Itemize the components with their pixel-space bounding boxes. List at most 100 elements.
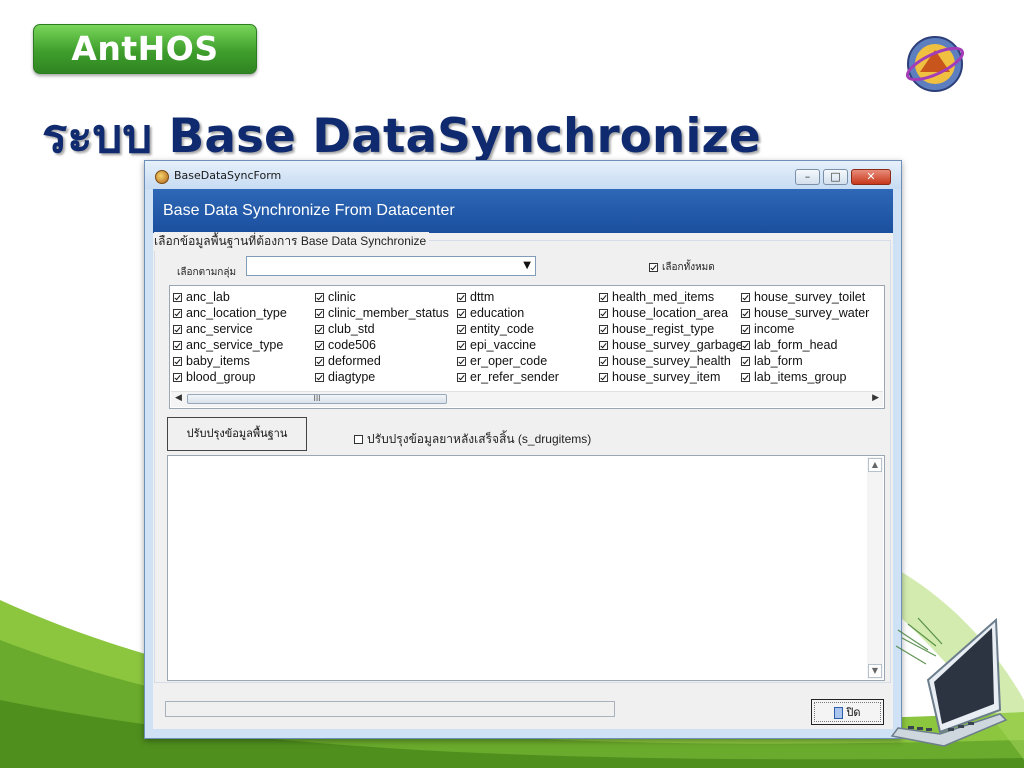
check-icon[interactable] [741, 325, 750, 335]
table-checkbox[interactable]: health_med_items [599, 289, 741, 305]
table-checkbox[interactable]: code506 [315, 337, 457, 353]
table-checkbox[interactable]: epi_vaccine [457, 337, 599, 353]
dropdown-arrow-icon[interactable]: ▼ [523, 260, 531, 271]
window-title: BaseDataSyncForm [174, 169, 282, 182]
table-name: anc_lab [186, 290, 230, 304]
table-checkbox[interactable]: lab_items_group [741, 369, 883, 385]
table-checkbox[interactable]: lab_form_head [741, 337, 883, 353]
table-checkbox[interactable]: entity_code [457, 321, 599, 337]
table-checkbox[interactable]: education [457, 305, 599, 321]
table-checkbox[interactable]: clinic_member_status [315, 305, 457, 321]
check-icon[interactable] [599, 373, 608, 383]
update-base-data-button[interactable]: ปรับปรุงข้อมูลพื้นฐาน [167, 417, 307, 451]
table-checkbox[interactable]: income [741, 321, 883, 337]
drug-update-label: ปรับปรุงข้อมูลยาหลังเสร็จสิ้น (s_drugite… [367, 432, 592, 446]
check-icon[interactable] [315, 373, 324, 383]
window-titlebar[interactable]: BaseDataSyncForm – □ ✕ [145, 161, 901, 189]
table-checkbox[interactable]: er_refer_sender [457, 369, 599, 385]
selection-groupbox: เลือกข้อมูลพื้นฐานที่ต้องการ Base Data S… [154, 232, 891, 683]
table-checkbox[interactable]: house_regist_type [599, 321, 741, 337]
check-icon[interactable] [173, 357, 182, 367]
check-icon[interactable] [315, 293, 324, 303]
table-checkbox[interactable]: house_survey_water [741, 305, 883, 321]
status-progress-field [165, 701, 615, 717]
maximize-button[interactable]: □ [823, 169, 848, 185]
anthos-logo: AntHOS [33, 24, 257, 74]
table-name: house_survey_toilet [754, 290, 866, 304]
close-window-button[interactable]: ✕ [851, 169, 891, 185]
table-checkbox[interactable]: baby_items [173, 353, 315, 369]
table-checkbox[interactable]: anc_service [173, 321, 315, 337]
table-checkbox[interactable]: er_oper_code [457, 353, 599, 369]
scrollbar-thumb[interactable]: III [187, 394, 447, 404]
table-name: lab_form [754, 354, 803, 368]
check-icon[interactable] [599, 341, 608, 351]
check-icon[interactable] [457, 357, 466, 367]
check-icon[interactable] [741, 309, 750, 319]
table-checkbox[interactable]: diagtype [315, 369, 457, 385]
vertical-scrollbar[interactable]: ▲ ▼ [867, 457, 883, 679]
check-icon[interactable] [315, 309, 324, 319]
group-legend: เลือกข้อมูลพื้นฐานที่ต้องการ Base Data S… [154, 232, 430, 251]
table-checkbox[interactable]: clinic [315, 289, 457, 305]
laptop-illustration [890, 617, 1008, 747]
check-icon[interactable] [457, 293, 466, 303]
check-icon[interactable] [457, 373, 466, 383]
table-name: income [754, 322, 795, 336]
select-all-checkbox[interactable]: เลือกทั้งหมด [649, 260, 715, 275]
minimize-icon: – [804, 170, 811, 183]
scroll-right-icon[interactable]: ▶ [872, 393, 879, 403]
check-icon[interactable] [741, 373, 750, 383]
drug-update-checkbox[interactable]: ปรับปรุงข้อมูลยาหลังเสร็จสิ้น (s_drugite… [354, 430, 591, 449]
table-checkbox[interactable]: blood_group [173, 369, 315, 385]
check-icon[interactable] [599, 325, 608, 335]
check-icon[interactable] [741, 357, 750, 367]
table-checkbox[interactable]: house_survey_toilet [741, 289, 883, 305]
table-name: house_regist_type [612, 322, 715, 336]
check-icon[interactable] [315, 357, 324, 367]
check-icon[interactable] [173, 309, 182, 319]
table-name: house_survey_health [612, 354, 731, 368]
table-name: anc_service_type [186, 338, 284, 352]
table-name: house_survey_item [612, 370, 721, 384]
group-filter-combobox[interactable]: ▼ [246, 256, 536, 276]
table-name: house_location_area [612, 306, 729, 320]
check-icon[interactable] [457, 341, 466, 351]
check-icon[interactable] [315, 341, 324, 351]
select-all-check-icon[interactable] [649, 262, 658, 272]
check-icon[interactable] [457, 325, 466, 335]
table-checkbox[interactable]: anc_location_type [173, 305, 315, 321]
scroll-left-icon[interactable]: ◀ [175, 393, 182, 403]
scroll-up-icon[interactable]: ▲ [868, 458, 882, 472]
check-icon[interactable] [173, 325, 182, 335]
check-icon[interactable] [315, 325, 324, 335]
exit-door-icon [834, 707, 844, 719]
table-checkbox[interactable]: anc_lab [173, 289, 315, 305]
table-checkbox[interactable]: house_location_area [599, 305, 741, 321]
check-icon[interactable] [173, 341, 182, 351]
table-checkbox[interactable]: house_survey_health [599, 353, 741, 369]
check-icon[interactable] [741, 341, 750, 351]
scroll-down-icon[interactable]: ▼ [868, 664, 882, 678]
table-checkbox[interactable]: dttm [457, 289, 599, 305]
horizontal-scrollbar[interactable]: ◀ III ▶ [171, 391, 883, 407]
table-checkbox[interactable]: house_survey_item [599, 369, 741, 385]
table-checkbox[interactable]: club_std [315, 321, 457, 337]
table-name: anc_location_type [186, 306, 287, 320]
table-checkbox[interactable]: deformed [315, 353, 457, 369]
log-textarea[interactable]: ▲ ▼ [167, 455, 885, 681]
drug-update-check-icon[interactable] [354, 435, 363, 445]
check-icon[interactable] [599, 293, 608, 303]
table-checkbox[interactable]: lab_form [741, 353, 883, 369]
close-button[interactable]: ปิด [811, 699, 884, 725]
check-icon[interactable] [599, 357, 608, 367]
minimize-button[interactable]: – [795, 169, 820, 185]
check-icon[interactable] [741, 293, 750, 303]
table-name: club_std [328, 322, 375, 336]
table-checkbox[interactable]: house_survey_garbage [599, 337, 741, 353]
check-icon[interactable] [173, 293, 182, 303]
check-icon[interactable] [599, 309, 608, 319]
table-checkbox[interactable]: anc_service_type [173, 337, 315, 353]
check-icon[interactable] [173, 373, 182, 383]
check-icon[interactable] [457, 309, 466, 319]
